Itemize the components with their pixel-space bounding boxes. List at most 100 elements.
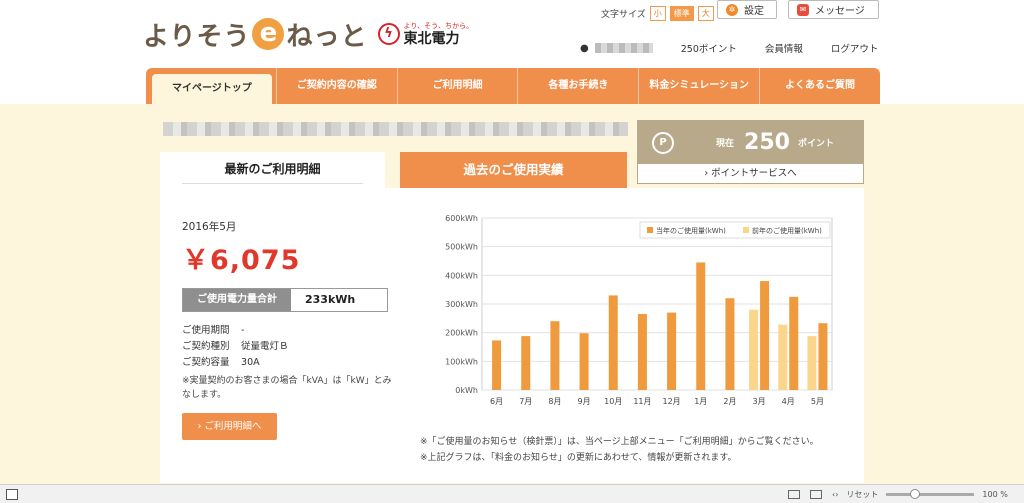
- y-tick-label: 100kWh: [445, 357, 478, 366]
- usage-total-label: ご使用電力量合計: [183, 289, 291, 311]
- footnote-2: ※上記グラフは、「料金のお知らせ」の更新にあわせて、情報が更新されます。: [420, 453, 737, 463]
- x-tick-label: 1月: [694, 397, 707, 406]
- font-size-switcher: 文字サイズ 小 標準 大: [601, 6, 714, 21]
- bar-current-year: [521, 336, 531, 390]
- user-icon: ●: [580, 42, 589, 54]
- member-info-link[interactable]: 会員情報: [765, 41, 803, 55]
- bar-current-year: [492, 340, 502, 390]
- zoom-slider[interactable]: [886, 489, 975, 499]
- bar-current-year: [696, 262, 706, 390]
- bar-current-year: [725, 298, 735, 390]
- gear-icon: ✲: [726, 3, 738, 16]
- footnote-1: ※「ご使用量のお知らせ（検針票）」は、当ページ上部メニュー「ご利用明細」からご覧…: [420, 437, 819, 447]
- partner-tagline: より、そう、ちから。: [403, 21, 474, 30]
- nav-faq[interactable]: よくあるご質問: [759, 68, 880, 104]
- redacted-info-line: [163, 122, 628, 136]
- x-tick-label: 11月: [633, 397, 651, 406]
- x-tick-label: 3月: [753, 397, 766, 406]
- zoom-slider-knob[interactable]: [910, 489, 921, 499]
- font-size-large-button[interactable]: 大: [697, 6, 714, 21]
- x-tick-label: 8月: [548, 397, 561, 406]
- info-row-capacity: ご契約容量 30A: [182, 354, 260, 368]
- bar-current-year: [818, 323, 828, 390]
- partner-name: 東北電力: [403, 30, 460, 47]
- x-tick-label: 4月: [782, 397, 795, 406]
- y-tick-label: 500kWh: [445, 243, 478, 252]
- tab-latest-bill[interactable]: 最新のご利用明細: [160, 152, 385, 188]
- x-tick-label: 10月: [604, 397, 622, 406]
- info-value: -: [241, 325, 245, 336]
- font-size-label: 文字サイズ: [601, 10, 646, 20]
- bill-month: 2016年5月: [182, 221, 237, 233]
- x-tick-label: 6月: [490, 397, 503, 406]
- message-label: メッセージ: [815, 6, 865, 17]
- tab-usage-history[interactable]: 過去のご使用実績: [400, 152, 627, 188]
- points-unit: ポイント: [797, 139, 834, 149]
- site-header: よりそう e ねっと ϟ より、そう、ちから。 東北電力 文字サイズ 小 標準 …: [0, 0, 1024, 68]
- bar-previous-year: [778, 324, 788, 390]
- x-tick-label: 9月: [578, 397, 591, 406]
- settings-label: 設定: [744, 6, 764, 17]
- legend-label: 前年のご使用量(kWh): [752, 226, 822, 235]
- nav-contract[interactable]: ご契約内容の確認: [275, 68, 397, 104]
- code-icon[interactable]: ‹›: [832, 490, 838, 499]
- points-service-label: ポイントサービスへ: [711, 168, 797, 179]
- nav-simulation[interactable]: 料金シミュレーション: [638, 68, 759, 104]
- bar-current-year: [760, 281, 770, 390]
- coin-icon: P: [652, 131, 674, 154]
- x-tick-label: 7月: [519, 397, 532, 406]
- bill-detail-button[interactable]: › ご利用明細へ: [182, 413, 277, 440]
- info-value: 従量電灯Ｂ: [241, 341, 289, 352]
- partner-logo: ϟ より、そう、ちから。 東北電力: [377, 21, 474, 47]
- info-value: 30A: [241, 357, 260, 368]
- bar-current-year: [667, 312, 677, 390]
- settings-button[interactable]: ✲ 設定: [717, 0, 777, 19]
- logout-link[interactable]: ログアウト: [831, 41, 879, 55]
- kva-note: ※実量契約のお客さまの場合「kVA」は「kW」とみなします。: [182, 376, 392, 400]
- user-name-redacted: [594, 43, 653, 53]
- points-service-link[interactable]: › ポイントサービスへ: [638, 164, 863, 184]
- logo-e-mark: e: [252, 18, 285, 50]
- window-icon[interactable]: [788, 490, 800, 499]
- x-tick-label: 5月: [811, 397, 824, 406]
- reset-label[interactable]: リセット: [846, 489, 878, 500]
- points-link[interactable]: 250ポイント: [681, 41, 737, 55]
- browser-status-bar: ‹› リセット 100 %: [0, 484, 1024, 503]
- usage-total-value: 233kWh: [305, 293, 356, 306]
- image-icon[interactable]: [810, 490, 822, 499]
- info-label: ご使用期間: [182, 325, 230, 336]
- info-row-period: ご使用期間 -: [182, 322, 244, 336]
- bar-current-year: [550, 321, 560, 390]
- points-label: 現在: [716, 139, 735, 149]
- legend-swatch: [647, 227, 653, 233]
- bar-current-year: [608, 295, 618, 390]
- tab-latest-bill-label: 最新のご利用明細: [182, 160, 363, 184]
- message-button[interactable]: ✉ メッセージ: [788, 0, 879, 19]
- user-bar: ● 250ポイント 会員情報 ログアウト: [580, 41, 879, 56]
- nav-procedures[interactable]: 各種お手続き: [517, 68, 638, 104]
- y-tick-label: 400kWh: [445, 271, 478, 280]
- bar-current-year: [789, 296, 799, 390]
- info-label: ご契約容量: [182, 357, 230, 368]
- bar-previous-year: [749, 309, 759, 390]
- nav-mypage-top[interactable]: マイページトップ: [152, 74, 272, 104]
- y-tick-label: 200kWh: [445, 329, 478, 338]
- mail-icon: ✉: [797, 3, 809, 16]
- legend-swatch: [743, 227, 749, 233]
- zoom-level: 100 %: [982, 490, 1008, 499]
- site-logo[interactable]: よりそう e ねっと ϟ より、そう、ちから。 東北電力: [143, 14, 473, 54]
- x-tick-label: 2月: [723, 397, 736, 406]
- bar-previous-year: [807, 336, 817, 390]
- bar-current-year: [579, 333, 589, 390]
- font-size-standard-button[interactable]: 標準: [669, 6, 694, 21]
- bill-detail-label: ご利用明細へ: [204, 421, 262, 432]
- logo-text-1: よりそう: [143, 21, 251, 52]
- x-tick-label: 12月: [662, 397, 680, 406]
- sidebar-toggle-icon[interactable]: [6, 489, 18, 500]
- nav-billing[interactable]: ご利用明細: [396, 68, 518, 104]
- bar-current-year: [637, 314, 647, 390]
- y-tick-label: 600kWh: [445, 214, 478, 223]
- font-size-small-button[interactable]: 小: [649, 6, 666, 21]
- info-row-contract-type: ご契約種別 従量電灯Ｂ: [182, 338, 289, 352]
- legend-label: 当年のご使用量(kWh): [656, 226, 726, 235]
